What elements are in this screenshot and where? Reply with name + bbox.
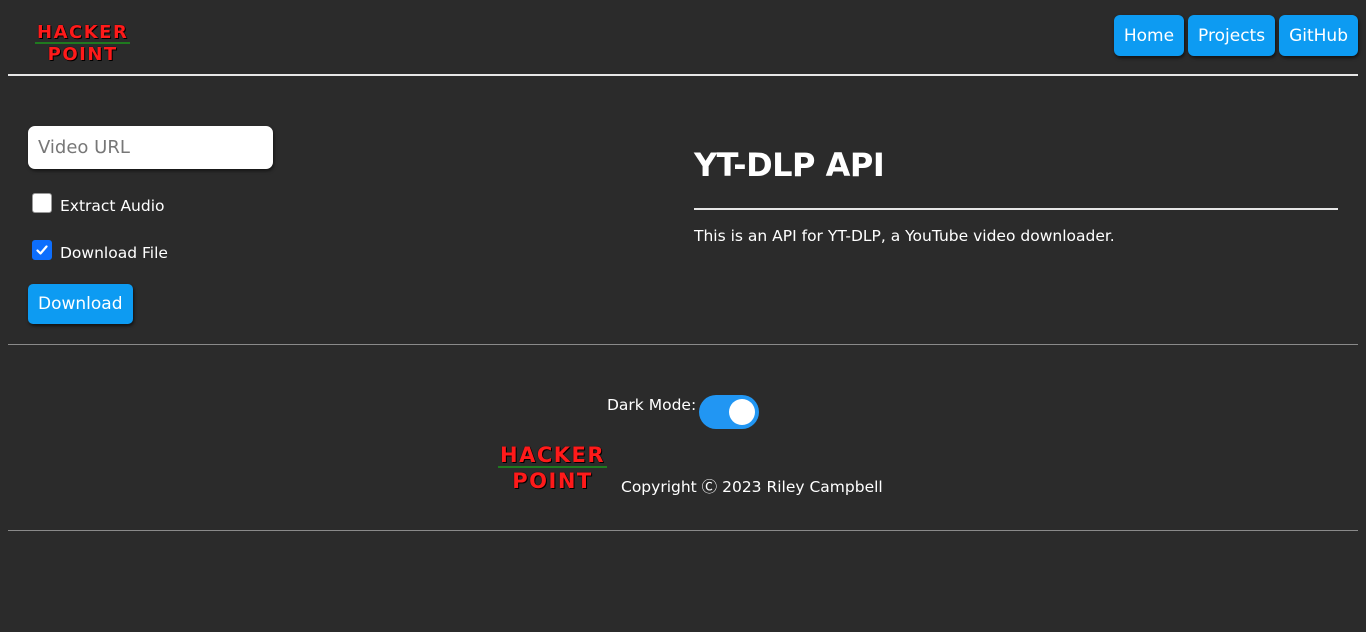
dark-mode-toggle[interactable] [699, 395, 759, 429]
api-description: This is an API for YT-DLP, a YouTube vid… [694, 227, 1115, 245]
hacker-point-logo[interactable]: HACKER POINT [35, 22, 131, 65]
checkmark-icon [36, 244, 48, 255]
extract-audio-row: Extract Audio [32, 192, 165, 215]
header-divider [8, 74, 1358, 76]
title-divider [694, 208, 1338, 210]
footer-logo-line2: POINT [512, 469, 593, 493]
copyright-text: Copyright Ⓒ 2023 Riley Campbell [621, 478, 883, 496]
nav-home-button[interactable]: Home [1113, 15, 1185, 56]
header: HACKER POINT Home Projects GitHub [0, 0, 1366, 76]
dark-mode-label: Dark Mode: [607, 396, 697, 414]
download-file-row: Download File [32, 239, 168, 262]
main-nav: Home Projects GitHub [1113, 15, 1358, 56]
logo-line1: HACKER [35, 22, 131, 44]
toggle-knob [729, 399, 755, 425]
footer-logo: HACKER POINT [498, 443, 608, 493]
logo-line2: POINT [47, 44, 118, 65]
download-file-checkbox[interactable] [32, 239, 52, 260]
download-button[interactable]: Download [28, 284, 133, 324]
footer-logo-line1: HACKER [498, 443, 608, 468]
page-title: YT-DLP API [694, 146, 885, 184]
footer-divider [8, 530, 1358, 531]
download-file-label: Download File [60, 244, 168, 262]
page: HACKER POINT Home Projects GitHub Extrac… [0, 0, 1366, 632]
nav-projects-button[interactable]: Projects [1188, 15, 1276, 56]
video-url-input[interactable] [28, 126, 273, 169]
section-divider [8, 344, 1358, 345]
nav-github-button[interactable]: GitHub [1279, 15, 1358, 56]
extract-audio-checkbox[interactable] [32, 192, 52, 213]
extract-audio-label: Extract Audio [60, 197, 165, 215]
